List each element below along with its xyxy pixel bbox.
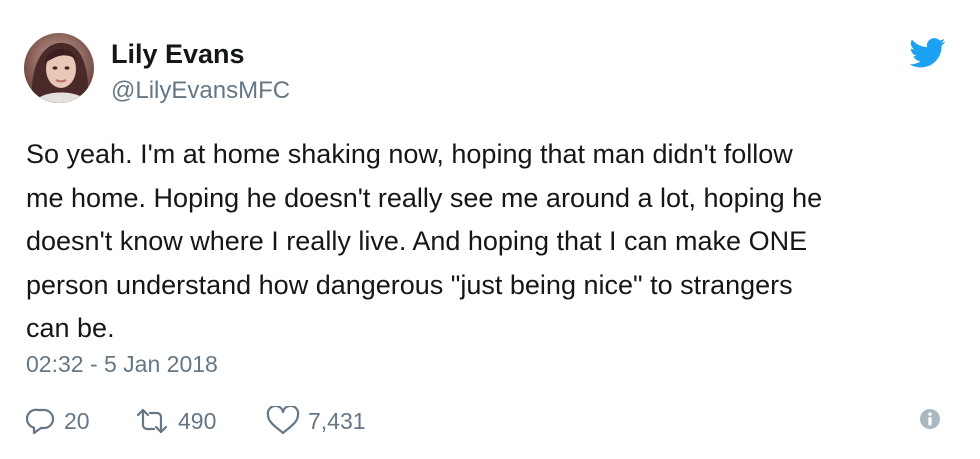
tweet-card: Lily Evans @LilyEvansMFC So yeah. I'm at… xyxy=(0,0,980,459)
like-count: 7,431 xyxy=(308,408,366,434)
display-name[interactable]: Lily Evans xyxy=(111,37,245,71)
tweet-text-line: can be. xyxy=(26,313,115,343)
tweet-text-line: person understand how dangerous "just be… xyxy=(26,269,793,300)
tweet-actions: 20 490 7,431 xyxy=(26,404,980,438)
reply-button[interactable]: 20 xyxy=(26,404,90,438)
reply-icon xyxy=(26,408,55,435)
twitter-bird-icon[interactable] xyxy=(910,38,946,68)
tweet-text-line: So yeah. I'm at home shaking now, hoping… xyxy=(26,139,793,169)
retweet-icon xyxy=(136,408,168,434)
avatar[interactable] xyxy=(24,33,94,103)
retweet-count: 490 xyxy=(178,408,217,434)
tweet-text-line: me home. Hoping he doesn't really see me… xyxy=(26,182,823,213)
like-button[interactable]: 7,431 xyxy=(266,404,366,438)
tweet-timestamp[interactable]: 02:32 - 5 Jan 2018 xyxy=(26,349,218,379)
heart-icon xyxy=(266,406,300,435)
retweet-button[interactable]: 490 xyxy=(134,404,216,438)
tweet-text: So yeah. I'm at home shaking now, hoping… xyxy=(26,133,956,351)
profile-photo-icon xyxy=(24,33,94,103)
reply-count: 20 xyxy=(64,408,90,434)
info-icon[interactable] xyxy=(919,408,941,430)
user-handle[interactable]: @LilyEvansMFC xyxy=(111,76,290,106)
tweet-text-line: doesn't know where I really live. And ho… xyxy=(26,226,808,256)
